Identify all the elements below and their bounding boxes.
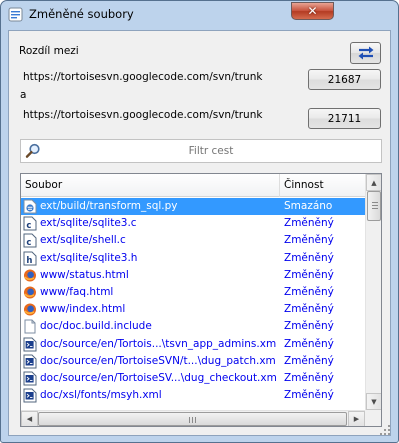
chevron-up-icon: ▲ (371, 178, 377, 187)
file-path: doc/doc.build.include (40, 320, 152, 333)
file-path: doc/source/en/TortoiseSV...\dug_checkout… (40, 371, 276, 384)
file-path: ext/sqlite/sqlite3.h (40, 251, 138, 264)
file-status: Změněný (284, 354, 334, 367)
file-status: Smazáno (284, 200, 333, 212)
list-header: Soubor Činnost (21, 174, 365, 197)
xml-file-icon (23, 388, 37, 403)
table-row[interactable]: doc/source/en/TortoiseSV...\dug_checkout… (21, 370, 365, 387)
svg-text:c: c (26, 221, 31, 231)
file-path: www/faq.html (40, 285, 114, 298)
column-header-action[interactable]: Činnost (284, 179, 324, 191)
file-path: doc/source/en/TortoiseSVN/t...\dug_patch… (40, 354, 276, 367)
column-header-file[interactable]: Soubor (25, 179, 62, 191)
scroll-left-button[interactable]: ◀ (21, 411, 38, 426)
swap-arrows-icon (358, 46, 373, 60)
chevron-down-icon: ▼ (371, 397, 377, 406)
filter-input[interactable] (45, 143, 377, 159)
html-file-icon (23, 302, 37, 317)
c-file-icon: c (23, 233, 37, 248)
diff-label: Rozdíl mezi (19, 45, 79, 57)
svg-text:h: h (26, 256, 32, 266)
window-title: Změněné soubory (29, 7, 134, 21)
table-row[interactable]: doc/source/en/Tortois...\tsvn_app_admins… (21, 336, 365, 353)
table-row[interactable]: h ext/sqlite/sqlite3.h Změněný (21, 250, 365, 267)
table-row[interactable]: doc/source/en/TortoiseSVN/t...\dug_patch… (21, 353, 365, 370)
file-status: Změněný (284, 337, 334, 350)
changed-files-list[interactable]: Soubor Činnost ext/build/transform_sql.p… (20, 173, 382, 427)
vertical-scroll-thumb[interactable] (367, 191, 381, 221)
file-status: Změněný (284, 268, 334, 281)
file-path: doc/source/en/Tortois...\tsvn_app_admins… (40, 337, 276, 350)
revision-from-button[interactable]: 21687 (308, 69, 381, 90)
file-status: Změněný (284, 320, 334, 333)
vertical-scrollbar[interactable]: ▲ ▼ (365, 174, 381, 410)
resize-grip-icon[interactable] (379, 424, 391, 436)
chevron-left-icon: ◀ (26, 415, 33, 423)
table-row[interactable]: www/status.html Změněný (21, 267, 365, 284)
svg-text:c: c (26, 238, 31, 248)
scroll-right-button[interactable]: ▶ (348, 411, 365, 426)
changed-files-window: Změněné soubory ✕ Rozdíl mezi https://to… (0, 0, 399, 443)
file-path: www/status.html (40, 268, 129, 281)
python-file-icon (23, 199, 37, 214)
file-rows: ext/build/transform_sql.py Smazáno c ext/s… (21, 198, 365, 404)
file-path: ext/sqlite/sqlite3.c (40, 217, 137, 230)
url-to: https://tortoisesvn.googlecode.com/svn/t… (23, 109, 263, 121)
scroll-down-button[interactable]: ▼ (366, 393, 381, 410)
title-bar[interactable]: Změněné soubory ✕ (1, 1, 398, 29)
revision-to-button[interactable]: 21711 (308, 108, 381, 129)
xml-file-icon (23, 337, 37, 352)
table-row[interactable]: www/index.html Změněný (21, 301, 365, 318)
generic-file-icon (23, 319, 37, 334)
file-status: Změněný (284, 303, 334, 316)
and-label: a (20, 89, 27, 101)
horizontal-scroll-thumb[interactable] (38, 412, 347, 426)
h-file-icon: h (23, 251, 37, 266)
tortoise-app-icon (8, 7, 23, 22)
table-row[interactable]: c ext/sqlite/shell.c Změněný (21, 232, 365, 249)
search-icon (25, 143, 40, 158)
table-row[interactable]: www/faq.html Změněný (21, 284, 365, 301)
file-status: Změněný (284, 234, 334, 247)
table-row[interactable]: ext/build/transform_sql.py Smazáno (21, 198, 365, 216)
html-file-icon (23, 285, 37, 300)
table-row[interactable]: doc/xsl/fonts/msyh.xml Změněný (21, 387, 365, 404)
html-file-icon (23, 268, 37, 283)
file-status: Změněný (284, 389, 334, 402)
close-button[interactable]: ✕ (291, 2, 334, 20)
filter-box[interactable] (20, 139, 382, 163)
table-row[interactable]: doc/doc.build.include Změněný (21, 318, 365, 335)
file-status: Změněný (284, 217, 334, 230)
file-path: doc/xsl/fonts/msyh.xml (40, 389, 162, 402)
file-status: Změněný (284, 251, 334, 264)
table-row[interactable]: c ext/sqlite/sqlite3.c Změněný (21, 215, 365, 232)
xml-file-icon (23, 354, 37, 369)
close-icon: ✕ (307, 4, 318, 18)
swap-button[interactable] (350, 42, 381, 64)
file-path: ext/sqlite/shell.c (40, 234, 126, 247)
chevron-right-icon: ▶ (353, 415, 360, 423)
xml-file-icon (23, 371, 37, 386)
file-status: Změněný (284, 285, 334, 298)
scroll-up-button[interactable]: ▲ (366, 174, 381, 191)
url-from: https://tortoisesvn.googlecode.com/svn/t… (23, 71, 263, 83)
file-status: Změněný (284, 371, 334, 384)
file-path: ext/build/transform_sql.py (40, 200, 178, 212)
file-path: www/index.html (40, 303, 126, 316)
column-separator[interactable] (279, 174, 280, 197)
c-file-icon: c (23, 216, 37, 231)
dialog-body: Rozdíl mezi https://tortoisesvn.googleco… (8, 30, 391, 436)
horizontal-scrollbar[interactable]: ◀ ▶ (21, 410, 365, 426)
